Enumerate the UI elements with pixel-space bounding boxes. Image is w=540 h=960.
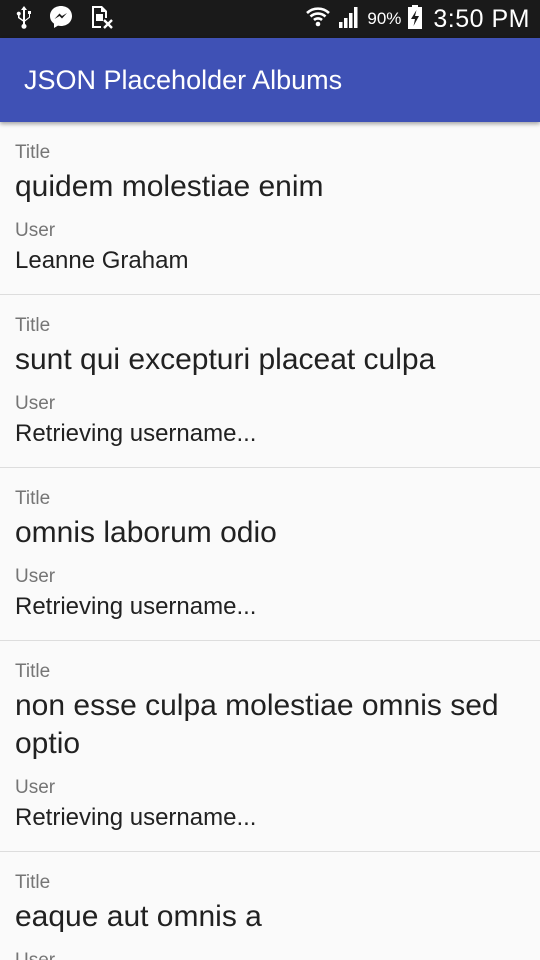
album-list[interactable]: Title quidem molestiae enim User Leanne … [0, 122, 540, 960]
user-label: User [15, 393, 56, 414]
album-item[interactable]: Title omnis laborum odio User Retrieving… [0, 468, 540, 641]
album-user: Leanne Graham [15, 247, 189, 274]
wifi-icon [305, 4, 331, 35]
system-status-icons: 90% 3:50 PM [305, 0, 530, 38]
sim-card-icon [88, 4, 114, 35]
title-label: Title [15, 872, 51, 893]
title-label: Title [15, 315, 51, 336]
album-title: eaque aut omnis a [15, 900, 262, 933]
user-label: User [15, 950, 525, 960]
album-item[interactable]: Title eaque aut omnis a User [0, 852, 540, 960]
album-user: Retrieving username... [15, 593, 257, 620]
album-item[interactable]: Title quidem molestiae enim User Leanne … [0, 122, 540, 295]
user-label: User [15, 566, 56, 587]
usb-icon [14, 5, 34, 34]
app-bar: JSON Placeholder Albums [0, 38, 540, 122]
notification-icons [14, 0, 114, 38]
title-label: Title [15, 661, 51, 682]
album-item[interactable]: Title sunt qui excepturi placeat culpa U… [0, 295, 540, 468]
album-title: sunt qui excepturi placeat culpa [15, 343, 436, 376]
album-title: quidem molestiae enim [15, 170, 324, 203]
app-title: JSON Placeholder Albums [24, 65, 343, 95]
album-user: Retrieving username... [15, 804, 257, 831]
title-label: Title [15, 488, 51, 509]
album-user: Retrieving username... [15, 420, 257, 447]
title-label: Title [15, 142, 51, 163]
signal-icon [337, 5, 361, 34]
battery-percent: 90% [367, 9, 402, 28]
status-bar: 90% 3:50 PM [0, 0, 540, 38]
album-item[interactable]: Title non esse culpa molestiae omnis sed… [0, 641, 540, 852]
user-label: User [15, 220, 56, 241]
album-title: omnis laborum odio [15, 516, 277, 549]
album-title: non esse culpa molestiae omnis sed optio [15, 689, 499, 760]
clock: 3:50 PM [433, 4, 530, 33]
user-label: User [15, 777, 56, 798]
messenger-icon [48, 4, 74, 35]
battery-charging-icon [407, 4, 423, 35]
